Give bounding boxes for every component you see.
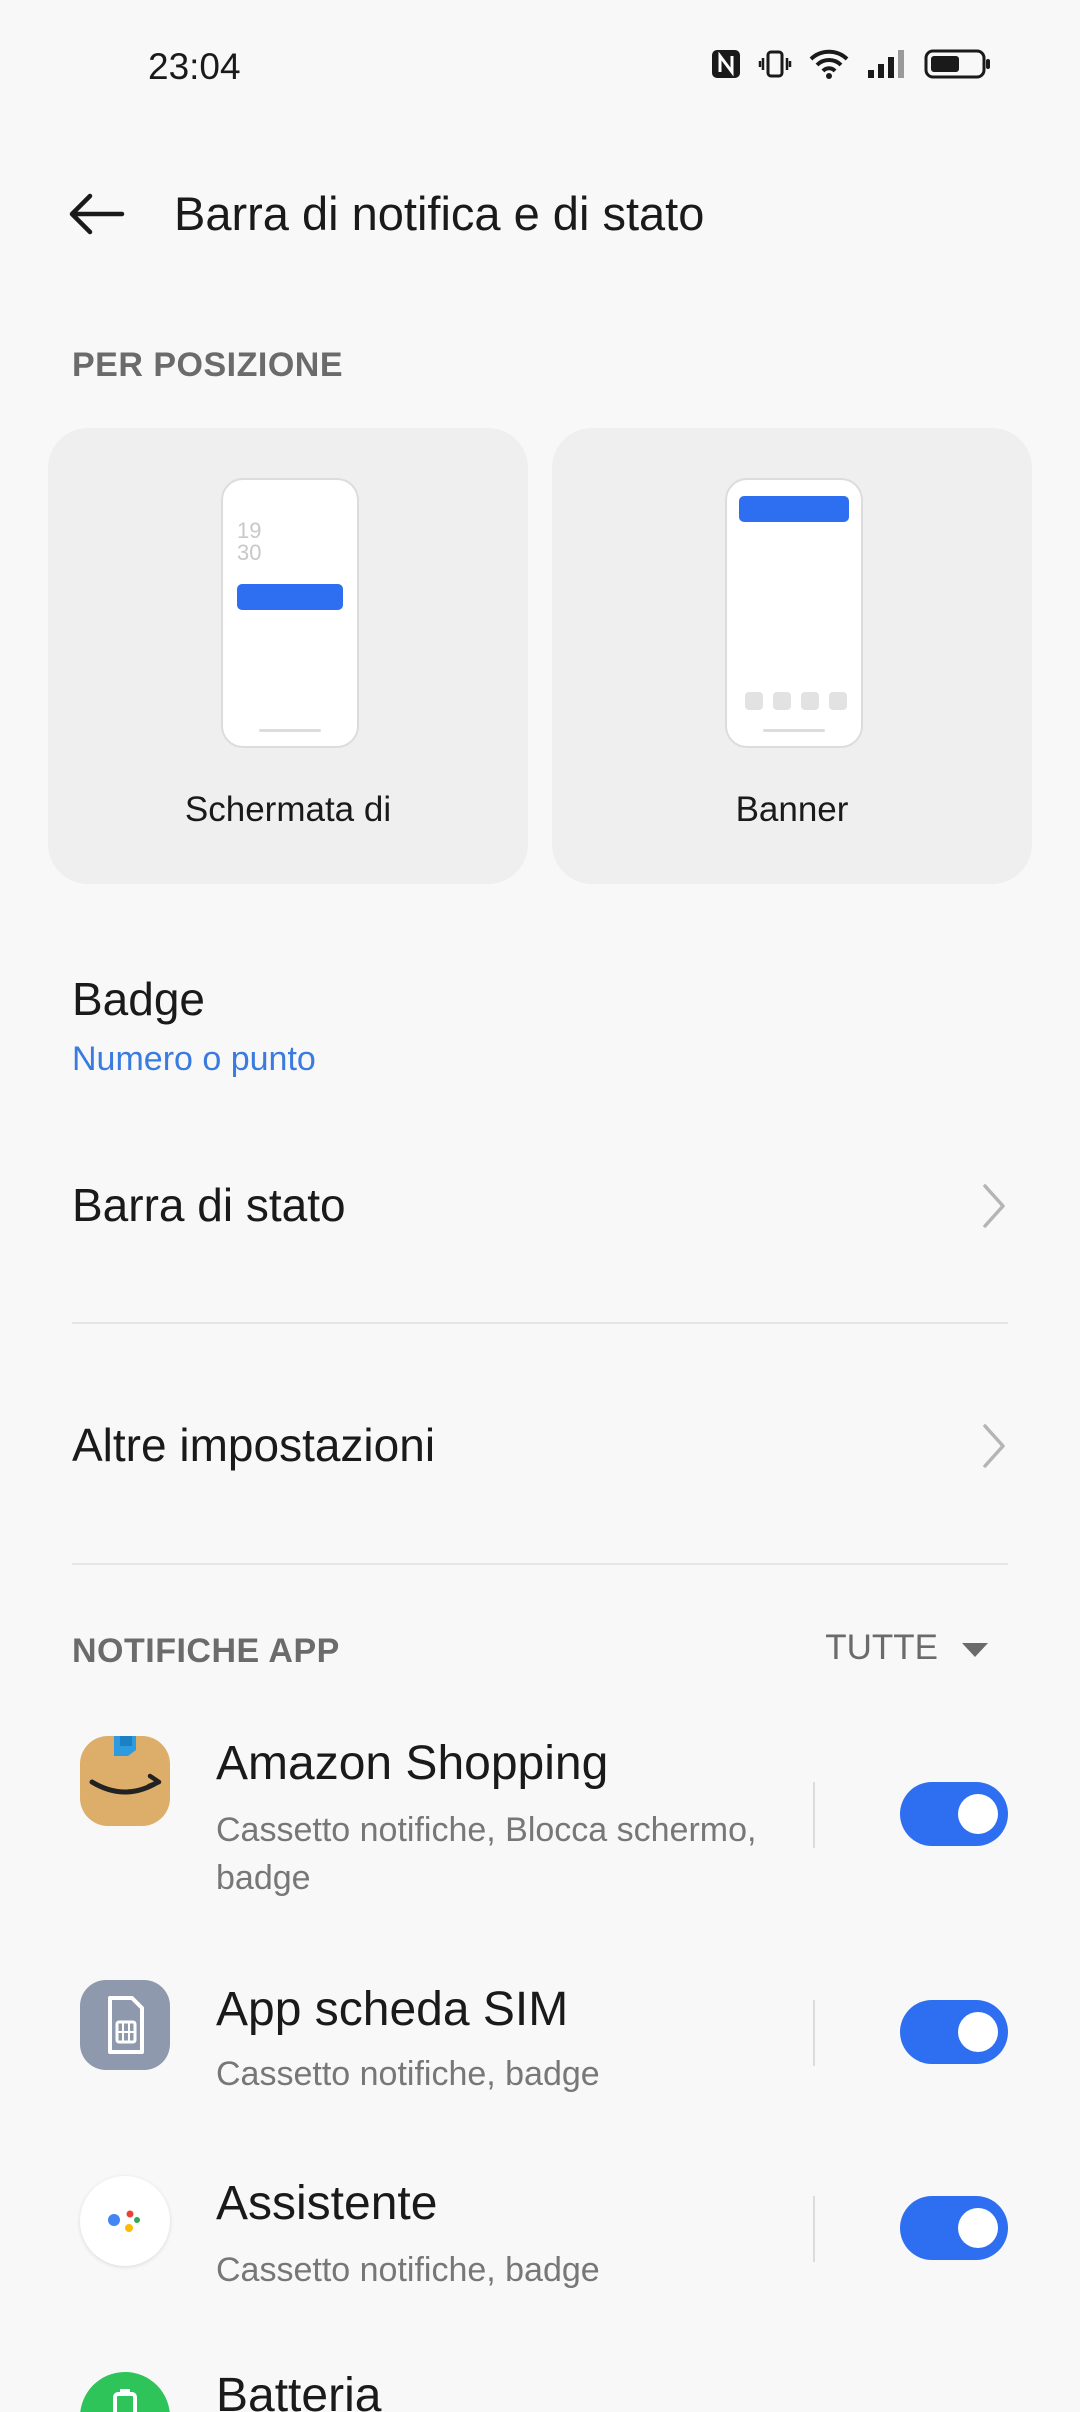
app-name: App scheda SIM (216, 1983, 569, 2036)
status-bar-title: Barra di stato (72, 1179, 346, 1231)
app-row-assistant[interactable]: Assistente Cassetto notifiche, badge (0, 2176, 1080, 2296)
separator (813, 1782, 815, 1848)
status-bar: 23:04 (0, 0, 1080, 140)
notification-toggle[interactable] (900, 2196, 1008, 2260)
preview-notification (237, 584, 343, 610)
page-title: Barra di notifica e di stato (174, 187, 705, 240)
other-settings[interactable]: Altre impostazioni (72, 1418, 1008, 1474)
app-row-battery[interactable]: Batteria (0, 2368, 1080, 2412)
app-row-sim-app[interactable]: App scheda SIM Cassetto notifiche, badge (0, 1980, 1080, 2100)
chevron-right-icon (980, 1182, 1008, 1235)
divider (72, 1322, 1008, 1324)
signal-icon (866, 48, 908, 80)
app-description: Cassetto notifiche, Blocca schermo, badg… (216, 1811, 757, 1897)
caret-down-icon (960, 1628, 990, 1668)
status-bar-setting[interactable]: Barra di stato (72, 1178, 1008, 1234)
app-name: Batteria (216, 2369, 382, 2412)
app-notifications-label: NOTIFICHE APP (72, 1632, 340, 1670)
badge-value: Numero o punto (72, 1040, 316, 1078)
app-row-amazon-shopping[interactable]: Amazon Shopping Cassetto notifiche, Bloc… (0, 1730, 1080, 1910)
lock-screen-label: Schermata di (184, 790, 392, 829)
status-icons (710, 48, 992, 80)
arrow-left-icon (66, 192, 126, 241)
badge-title: Badge (72, 973, 206, 1025)
lock-screen-preview: 19 30 (223, 480, 357, 746)
vibrate-icon (758, 48, 792, 80)
separator (813, 2196, 815, 2262)
app-description: Cassetto notifiche, badge (216, 2251, 600, 2289)
banner-card[interactable]: Banner (552, 428, 1032, 884)
preview-home-bar (763, 729, 825, 732)
preview-dock (745, 692, 847, 710)
divider (72, 1563, 1008, 1565)
app-filter-dropdown[interactable]: TUTTE (825, 1628, 990, 1668)
assistant-icon (80, 2176, 170, 2266)
filter-label: TUTTE (825, 1628, 938, 1667)
preview-time: 19 30 (237, 518, 262, 565)
position-section-label: PER POSIZIONE (72, 346, 343, 384)
badge-setting[interactable]: Badge Numero o punto (72, 972, 1008, 1079)
chevron-right-icon (980, 1422, 1008, 1475)
app-name: Amazon Shopping (216, 1737, 609, 1790)
preview-banner (739, 496, 849, 522)
preview-home-bar (259, 729, 321, 732)
app-name: Assistente (216, 2177, 438, 2230)
banner-preview (727, 480, 861, 746)
notification-toggle[interactable] (900, 1782, 1008, 1846)
lock-screen-card[interactable]: 19 30 Schermata di (48, 428, 528, 884)
header: Barra di notifica e di stato (0, 160, 1080, 270)
battery-icon (924, 48, 992, 80)
nfc-icon (710, 48, 742, 80)
banner-label: Banner (735, 790, 849, 829)
notification-toggle[interactable] (900, 2000, 1008, 2064)
sim-card-icon (80, 1980, 170, 2070)
amazon-icon (80, 1736, 170, 1826)
other-settings-title: Altre impostazioni (72, 1419, 436, 1471)
back-button[interactable] (60, 188, 132, 244)
separator (813, 2000, 815, 2066)
status-time: 23:04 (148, 46, 241, 87)
battery-app-icon (80, 2372, 170, 2412)
app-description: Cassetto notifiche, badge (216, 2055, 600, 2093)
wifi-icon (808, 48, 850, 80)
